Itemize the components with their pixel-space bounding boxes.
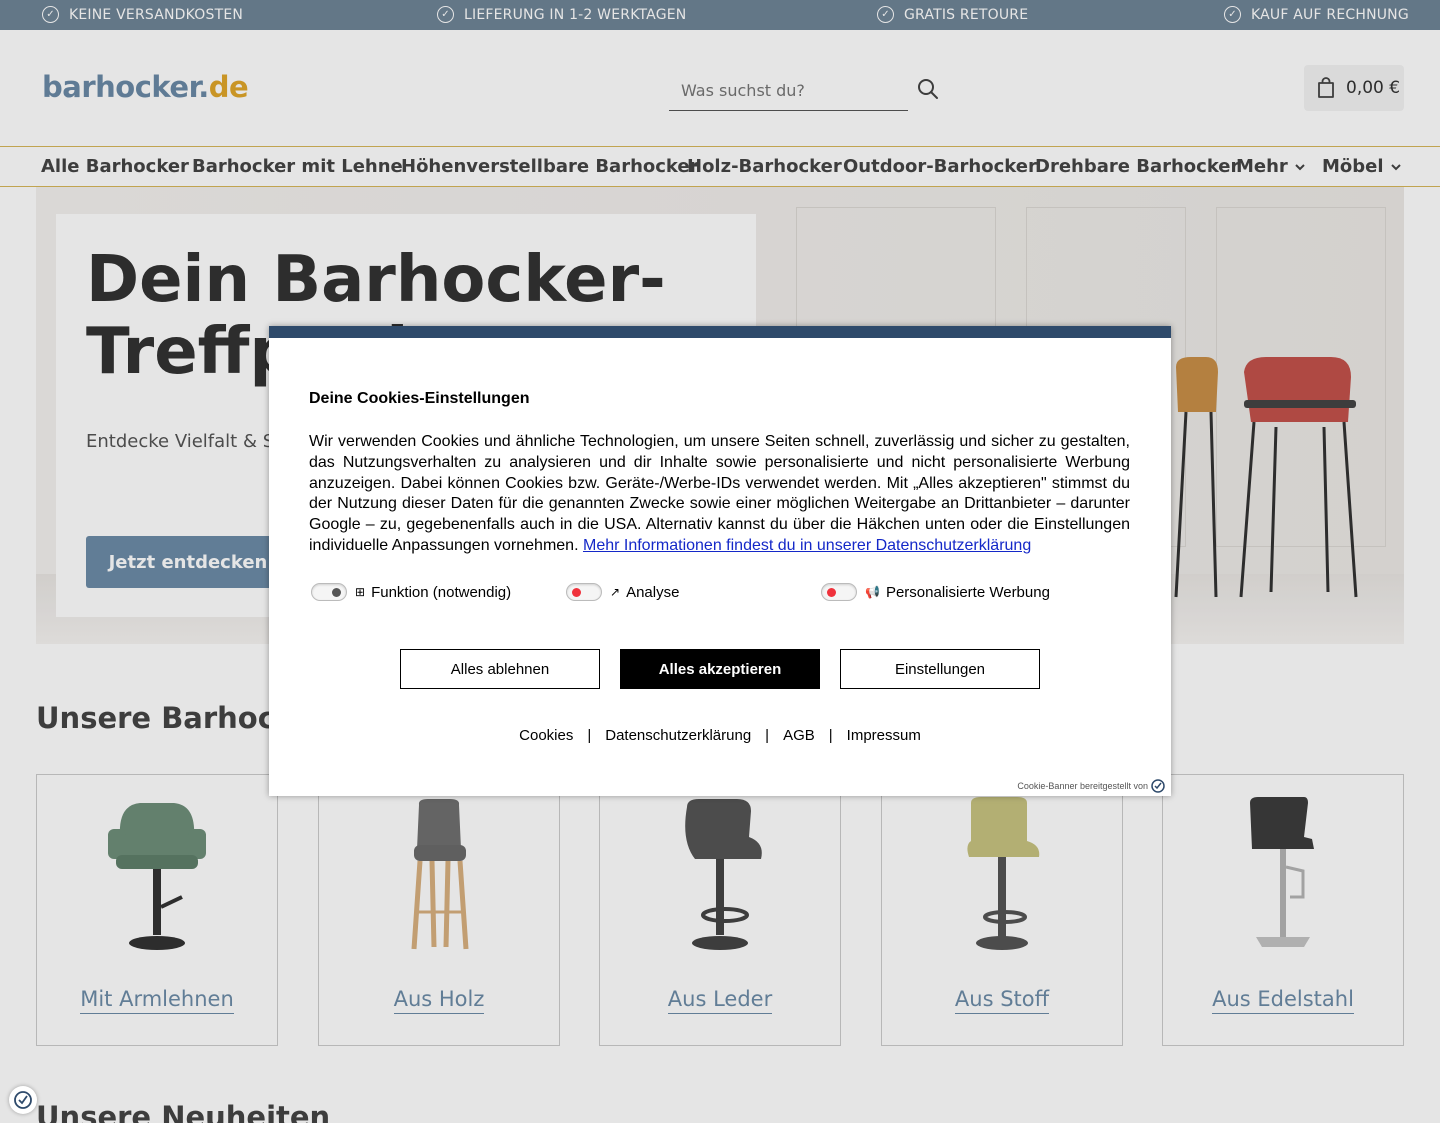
cookie-footer-links: Cookies | Datenschutzerklärung | AGB | Impress… — [269, 727, 1171, 744]
cookie-settings-badge[interactable] — [9, 1086, 37, 1114]
consent-shield-icon — [14, 1091, 32, 1109]
cookie-dialog-body: Wir verwenden Cookies und ähnliche Techn… — [309, 433, 1130, 554]
toggle-function[interactable]: ⊞ Funktion (notwendig) — [311, 583, 511, 601]
megaphone-icon: 📢 — [865, 585, 880, 599]
imprint-link[interactable]: Impressum — [847, 727, 921, 744]
provider-credit-text: Cookie-Banner bereitgestellt von — [1017, 781, 1148, 791]
cookie-dialog-text: Wir verwenden Cookies und ähnliche Techn… — [309, 432, 1130, 557]
privacy-link[interactable]: Datenschutzerklärung — [605, 727, 751, 744]
toggle-label: Funktion (notwendig) — [371, 583, 512, 601]
provider-shield-icon — [1151, 779, 1165, 793]
privacy-policy-link[interactable]: Mehr Informationen findest du in unserer… — [583, 537, 1031, 554]
cookie-consent-dialog: Deine Cookies-Einstellungen Wir verwende… — [269, 326, 1171, 796]
function-grid-icon: ⊞ — [355, 585, 366, 599]
accept-all-button[interactable]: Alles akzeptieren — [620, 649, 820, 689]
link-separator: | — [587, 727, 592, 744]
settings-button[interactable]: Einstellungen — [840, 649, 1040, 689]
agb-link[interactable]: AGB — [783, 727, 815, 744]
link-separator: | — [765, 727, 770, 744]
toggle-label: Personalisierte Werbung — [885, 583, 1050, 601]
toggle-analyse[interactable]: ↗ Analyse — [566, 583, 679, 601]
analytics-chart-icon: ↗ — [610, 585, 621, 599]
toggle-switch[interactable] — [821, 583, 857, 601]
cookie-dialog-title: Deine Cookies-Einstellungen — [309, 390, 530, 407]
cookie-provider-credit[interactable]: Cookie-Banner bereitgestellt von — [1017, 779, 1165, 793]
toggle-advertising[interactable]: 📢 Personalisierte Werbung — [821, 583, 1050, 601]
toggle-switch[interactable] — [311, 583, 347, 601]
cookies-link[interactable]: Cookies — [519, 727, 573, 744]
toggle-switch[interactable] — [566, 583, 602, 601]
link-separator: | — [828, 727, 833, 744]
reject-all-button[interactable]: Alles ablehnen — [400, 649, 600, 689]
toggle-label: Analyse — [626, 583, 680, 601]
